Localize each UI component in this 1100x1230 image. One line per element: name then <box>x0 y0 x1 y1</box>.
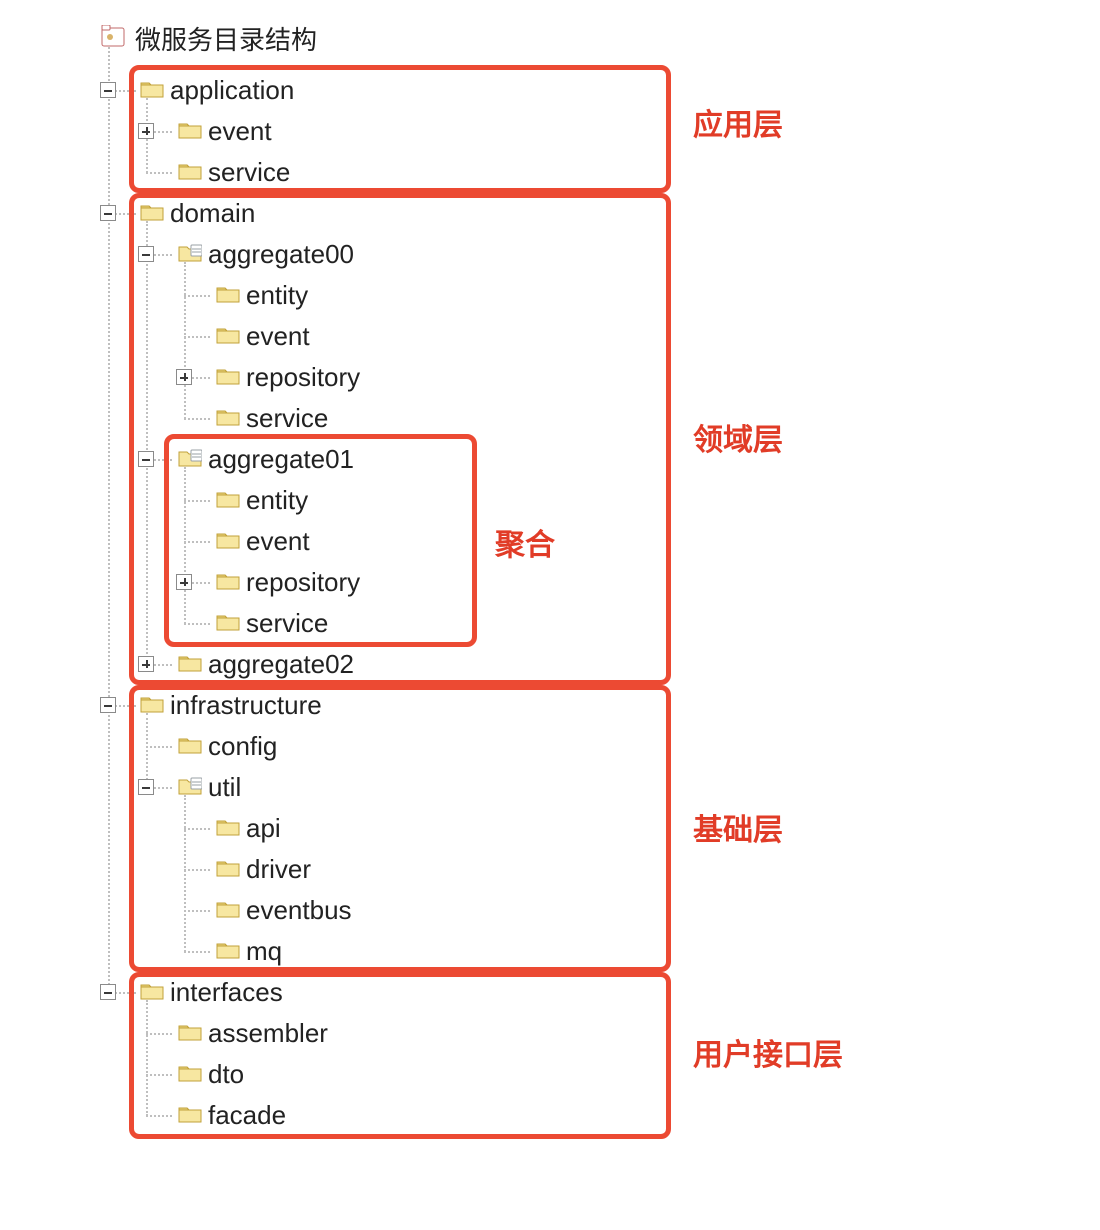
annotation-application: 应用层 <box>693 100 783 144</box>
annotation-interfaces: 用户接口层 <box>693 1030 843 1074</box>
folder-icon <box>216 613 240 631</box>
folder-icon <box>216 531 240 549</box>
folder-domain[interactable]: domain <box>170 193 255 233</box>
folder-icon <box>140 203 164 221</box>
folder-icon <box>216 285 240 303</box>
folder-util-api[interactable]: api <box>246 808 281 848</box>
folder-icon <box>216 900 240 918</box>
folder-icon <box>178 1023 202 1041</box>
folder-interfaces[interactable]: interfaces <box>170 972 283 1012</box>
folder-icon <box>216 859 240 877</box>
expand-toggle-domain[interactable] <box>100 205 116 221</box>
package-folder-icon <box>178 777 202 795</box>
expand-toggle-agg00-repository[interactable] <box>176 369 192 385</box>
expand-toggle-application[interactable] <box>100 82 116 98</box>
expand-toggle-agg01[interactable] <box>138 451 154 467</box>
folder-icon <box>178 1064 202 1082</box>
folder-icon <box>178 654 202 672</box>
annotation-domain: 领域层 <box>693 415 783 459</box>
folder-icon <box>216 367 240 385</box>
folder-agg01-entity[interactable]: entity <box>246 480 308 520</box>
folder-util-mq[interactable]: mq <box>246 931 282 971</box>
folder-icon <box>178 121 202 139</box>
folder-icon <box>216 572 240 590</box>
folder-icon <box>216 818 240 836</box>
folder-icon <box>216 408 240 426</box>
expand-toggle-agg01-repository[interactable] <box>176 574 192 590</box>
folder-icon <box>216 490 240 508</box>
folder-dto[interactable]: dto <box>208 1054 244 1094</box>
folder-icon <box>140 80 164 98</box>
expand-toggle-interfaces[interactable] <box>100 984 116 1000</box>
folder-icon <box>216 326 240 344</box>
folder-application-event[interactable]: event <box>208 111 272 151</box>
folder-assembler[interactable]: assembler <box>208 1013 328 1053</box>
folder-infrastructure[interactable]: infrastructure <box>170 685 322 725</box>
folder-facade[interactable]: facade <box>208 1095 286 1135</box>
root-label: 微服务目录结构 <box>135 20 317 60</box>
folder-icon <box>178 1105 202 1123</box>
folder-util[interactable]: util <box>208 767 241 807</box>
folder-application-service[interactable]: service <box>208 152 290 192</box>
folder-agg00-event[interactable]: event <box>246 316 310 356</box>
folder-aggregate01[interactable]: aggregate01 <box>208 439 354 479</box>
annotation-infrastructure: 基础层 <box>693 805 783 849</box>
expand-toggle-agg02[interactable] <box>138 656 154 672</box>
folder-agg00-repository[interactable]: repository <box>246 357 360 397</box>
folder-config[interactable]: config <box>208 726 277 766</box>
folder-icon <box>216 941 240 959</box>
folder-agg01-event[interactable]: event <box>246 521 310 561</box>
annotation-aggregate01: 聚合 <box>495 520 555 564</box>
package-folder-icon <box>178 244 202 262</box>
expand-toggle-agg00[interactable] <box>138 246 154 262</box>
folder-icon <box>178 162 202 180</box>
folder-util-driver[interactable]: driver <box>246 849 311 889</box>
folder-icon <box>178 736 202 754</box>
folder-icon <box>140 695 164 713</box>
folder-aggregate02[interactable]: aggregate02 <box>208 644 354 684</box>
folder-agg00-service[interactable]: service <box>246 398 328 438</box>
folder-agg01-service[interactable]: service <box>246 603 328 643</box>
package-folder-icon <box>178 449 202 467</box>
package-root-icon <box>100 25 128 49</box>
folder-util-eventbus[interactable]: eventbus <box>246 890 352 930</box>
expand-toggle-util[interactable] <box>138 779 154 795</box>
folder-application[interactable]: application <box>170 70 294 110</box>
folder-agg01-repository[interactable]: repository <box>246 562 360 602</box>
expand-toggle-application-event[interactable] <box>138 123 154 139</box>
folder-aggregate00[interactable]: aggregate00 <box>208 234 354 274</box>
folder-agg00-entity[interactable]: entity <box>246 275 308 315</box>
expand-toggle-infrastructure[interactable] <box>100 697 116 713</box>
folder-icon <box>140 982 164 1000</box>
